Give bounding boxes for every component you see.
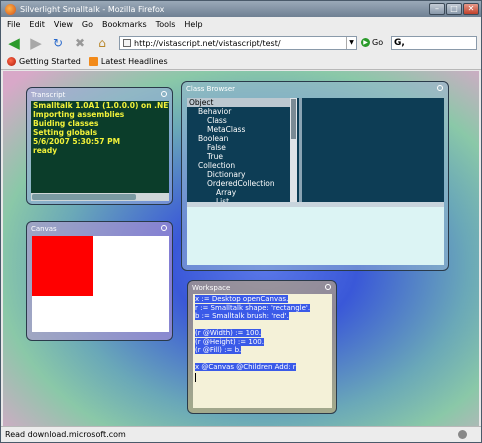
code-line: (r @Fill) := b. <box>195 346 242 354</box>
menu-view[interactable]: View <box>54 20 73 29</box>
menu-help[interactable]: Help <box>184 20 202 29</box>
text-caret <box>195 372 196 382</box>
transcript-line: 5/6/2007 5:30:57 PM <box>33 137 121 146</box>
transcript-output[interactable]: Smalltalk 1.0A1 (1.0.0.0) on .NET 2.1.2 … <box>31 101 169 201</box>
transcript-panel[interactable]: Transcript Smalltalk 1.0A1 (1.0.0.0) on … <box>26 87 173 205</box>
class-code-pane[interactable] <box>187 207 444 265</box>
class-list-item[interactable]: Class <box>187 116 290 125</box>
transcript-line: Setting globals <box>33 128 98 137</box>
pane-divider[interactable] <box>299 98 302 202</box>
scrollbar-thumb[interactable] <box>291 99 296 139</box>
status-text: Read download.microsoft.com <box>5 430 126 439</box>
workspace-panel[interactable]: Workspace x := Desktop openCanvas. r := S… <box>187 280 337 414</box>
transcript-line: Buiding classes <box>33 119 99 128</box>
transcript-line: Importing assemblies <box>33 110 125 119</box>
class-list-item[interactable]: OrderedCollection <box>187 179 290 188</box>
maximize-button[interactable]: □ <box>446 3 462 15</box>
title-bar: Silverlight Smalltalk - Mozilla Firefox … <box>1 1 481 17</box>
stop-icon: ✖ <box>74 36 86 50</box>
transcript-line: ready <box>33 146 58 155</box>
class-browser-panel[interactable]: Class Browser Object Behavior Class MetaCla… <box>181 81 449 271</box>
close-icon[interactable] <box>161 91 167 97</box>
search-input[interactable]: G, <box>391 36 477 50</box>
panel-title: Transcript <box>31 91 66 99</box>
code-line: x @Canvas @Children Add: r <box>195 363 296 371</box>
home-icon: ⌂ <box>98 36 106 50</box>
bookmark-label: Latest Headlines <box>100 57 168 66</box>
go-button[interactable]: ▶ Go <box>361 38 383 47</box>
bookmarks-toolbar: Getting Started Latest Headlines <box>1 54 481 70</box>
window-title: Silverlight Smalltalk - Mozilla Firefox <box>20 4 165 14</box>
class-list-item[interactable]: False <box>187 143 290 152</box>
menu-tools[interactable]: Tools <box>156 20 176 29</box>
canvas-panel[interactable]: Canvas <box>26 221 173 341</box>
code-line: (r @Height) := 100. <box>195 337 264 346</box>
close-button[interactable]: ✕ <box>463 3 479 15</box>
page-content: Transcript Smalltalk 1.0A1 (1.0.0.0) on … <box>3 71 479 426</box>
menu-edit[interactable]: Edit <box>29 20 45 29</box>
menu-go[interactable]: Go <box>82 20 93 29</box>
reload-button[interactable]: ↻ <box>49 34 67 52</box>
class-list-item[interactable]: Behavior <box>187 107 290 116</box>
bookmark-latest-headlines[interactable]: Latest Headlines <box>88 57 168 66</box>
class-list-item[interactable]: MetaClass <box>187 125 290 134</box>
code-line: r := Smalltalk shape: 'rectangle'. <box>195 303 311 312</box>
rss-icon <box>88 57 98 66</box>
chevron-down-icon[interactable]: ▼ <box>346 37 356 49</box>
firefox-icon <box>7 57 16 66</box>
navigation-toolbar: ◀ ▶ ↻ ✖ ⌂ http://vistascript.net/vistasc… <box>1 32 481 54</box>
forward-button[interactable]: ▶ <box>27 34 45 52</box>
drawing-canvas[interactable] <box>32 236 169 332</box>
page-icon <box>123 39 131 47</box>
back-arrow-icon: ◀ <box>8 34 20 52</box>
panel-title: Workspace <box>192 284 231 292</box>
panel-title: Class Browser <box>186 85 236 93</box>
method-list[interactable] <box>297 98 444 202</box>
minimize-button[interactable]: – <box>429 3 445 15</box>
red-rectangle <box>32 236 93 296</box>
home-button[interactable]: ⌂ <box>93 34 111 52</box>
go-icon: ▶ <box>361 38 370 47</box>
class-list[interactable]: Object Behavior Class MetaClass Boolean False… <box>187 98 290 202</box>
class-list-item[interactable]: Boolean <box>187 134 290 143</box>
address-bar[interactable]: http://vistascript.net/vistascript/test/… <box>119 36 357 50</box>
code-line: b := Smalltalk brush: 'red'. <box>195 312 289 320</box>
forward-arrow-icon: ▶ <box>30 34 42 52</box>
class-list-item[interactable]: Object <box>187 98 290 107</box>
stop-button[interactable]: ✖ <box>71 34 89 52</box>
address-input[interactable]: http://vistascript.net/vistascript/test/ <box>134 39 281 48</box>
scrollbar-thumb[interactable] <box>32 194 136 200</box>
code-line: (r @Width) := 100. <box>195 329 262 337</box>
class-list-item[interactable]: Collection <box>187 161 290 170</box>
class-list-item[interactable]: Array <box>187 188 290 197</box>
firefox-icon <box>5 3 16 15</box>
close-icon[interactable] <box>437 85 443 91</box>
back-button[interactable]: ◀ <box>5 34 23 52</box>
menu-file[interactable]: File <box>7 20 20 29</box>
window-controls: – □ ✕ <box>429 3 479 15</box>
horizontal-scrollbar[interactable] <box>31 193 169 201</box>
workspace-editor[interactable]: x := Desktop openCanvas. r := Smalltalk s… <box>193 294 332 408</box>
close-icon[interactable] <box>325 284 331 290</box>
gear-icon[interactable] <box>458 430 467 439</box>
menu-bar: File Edit View Go Bookmarks Tools Help <box>1 17 481 32</box>
status-bar: Read download.microsoft.com <box>1 426 481 442</box>
transcript-line: Smalltalk 1.0A1 (1.0.0.0) on .NET 2.1.2 <box>33 101 169 110</box>
menu-bookmarks[interactable]: Bookmarks <box>102 20 147 29</box>
workspace-code[interactable]: x := Desktop openCanvas. r := Smalltalk s… <box>193 294 332 373</box>
class-list-item[interactable]: True <box>187 152 290 161</box>
bookmark-getting-started[interactable]: Getting Started <box>7 57 81 66</box>
close-icon[interactable] <box>161 225 167 231</box>
bookmark-label: Getting Started <box>19 57 81 66</box>
go-label: Go <box>372 38 384 47</box>
browser-window: Silverlight Smalltalk - Mozilla Firefox … <box>0 0 482 443</box>
vertical-scrollbar[interactable] <box>290 98 297 202</box>
class-list-item[interactable]: Dictionary <box>187 170 290 179</box>
code-line: x := Desktop openCanvas. <box>195 295 289 303</box>
reload-icon: ↻ <box>52 36 64 50</box>
panel-title: Canvas <box>31 225 57 233</box>
